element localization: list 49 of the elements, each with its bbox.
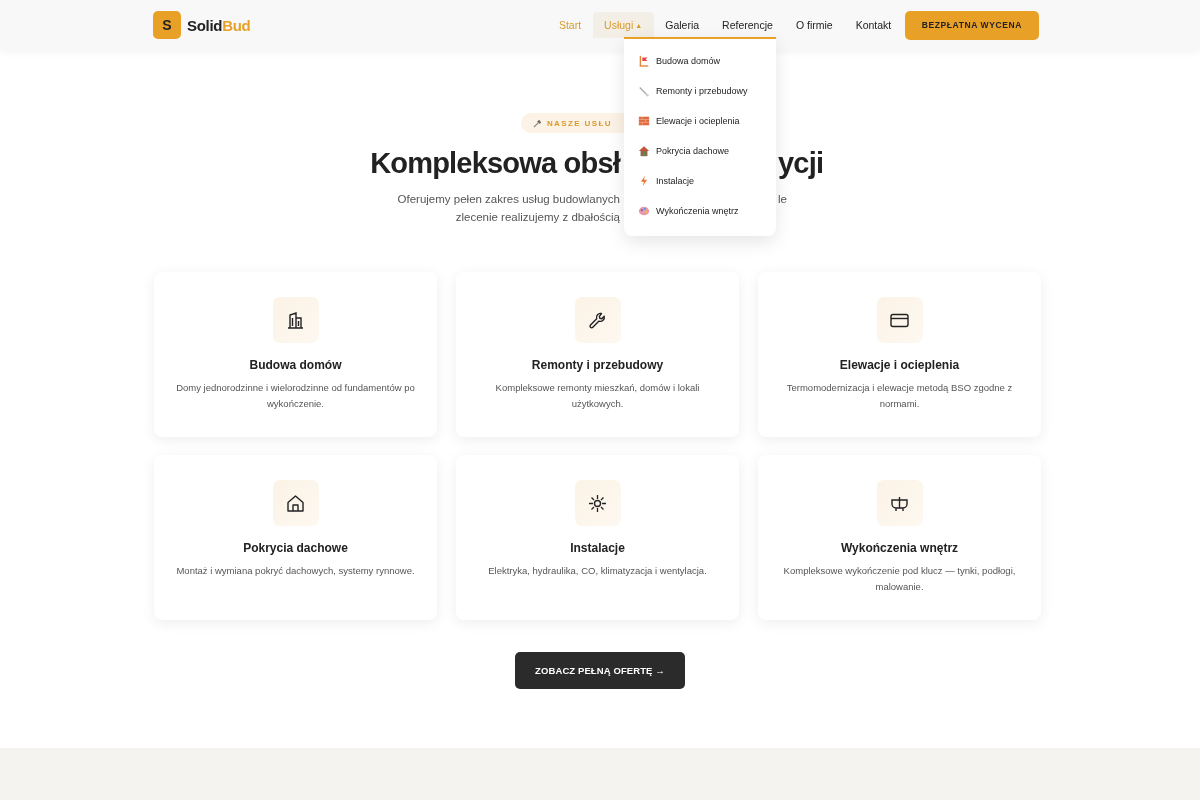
hammer-icon [532,118,542,128]
house-icon [638,145,650,157]
service-title: Pokrycia dachowe [243,541,348,555]
service-title: Wykończenia wnętrz [840,541,959,555]
service-title: Budowa domów [249,358,342,372]
service-card[interactable]: Pokrycia dachowe Montaż i wymiana pokryć dachowych, systemy rynnowe. [154,455,437,620]
quote-button[interactable]: BEZPŁATNA WYCENA [904,10,1039,40]
service-card[interactable]: Budowa domów Domy jednorodzinne i wielorodzinne od fundamentów po wykończenie. [154,272,437,437]
menu-item[interactable]: Wykończenia wnętrz [624,196,776,226]
intro-text: Oferujemy pełen zakres usług budowlanych [397,192,620,207]
brand-name[interactable]: SolidBud [187,16,251,34]
service-description: Kompleksowe remonty mieszkań, domów i lokali użytkowych. [494,381,701,411]
menu-item[interactable]: Elewacje i ocieplenia [624,106,776,136]
offer-button[interactable]: ZOBACZ PEŁNĄ OFERTĘ → [515,652,685,689]
service-title: Elewacje i ocieplenia [839,358,960,372]
brick-wall-icon [638,115,650,127]
service-title: Instalacje [570,541,625,555]
menu-item[interactable]: Remonty i przebudowy [624,76,776,106]
service-card[interactable]: Instalacje Elektryka, hydraulika, CO, klimatyzacja i wentylacja. [456,455,739,620]
service-card[interactable]: Remonty i przebudowy Kompleksowe remonty mieszkań, domów i lokali użytkowych. [456,272,739,437]
section-badge: NASZE USŁU [520,113,624,133]
nav-link[interactable]: Kontakt [844,12,903,38]
service-title: Remonty i przebudowy [531,358,664,372]
service-card[interactable]: Elewacje i ocieplenia Termomodernizacja i elewacje metodą BSO zgodne z normami. [758,272,1041,437]
wrench-icon [574,297,621,343]
palette-icon [638,205,650,217]
service-description: Domy jednorodzinne i wielorodzinne od fundamentów po wykończenie. [175,381,416,411]
intro-text: le [778,192,787,207]
intro-text: zlecenie realizujemy z dbałością [455,210,620,225]
service-description: Kompleksowe wykończenie pod klucz — tynki, podłogi, malowanie. [782,564,1017,594]
menu-item[interactable]: Instalacje [624,166,776,196]
flag-icon [638,55,650,67]
table-icon [876,480,923,526]
service-card[interactable]: Wykończenia wnętrz Kompleksowe wykończenie pod klucz — tynki, podłogi, malowanie. [758,455,1041,620]
section-title: ycji [778,147,824,180]
nav-link[interactable]: Referencje [710,12,785,38]
card-icon [876,297,923,343]
service-description: Elektryka, hydraulika, CO, klimatyzacja i wentylacja. [487,564,708,578]
building-icon [272,297,319,343]
house-icon [272,480,319,526]
service-description: Montaż i wymiana pokryć dachowych, systemy rynnowe. [175,564,416,578]
menu-item[interactable]: Pokrycia dachowe [624,136,776,166]
nav-link[interactable]: Galeria [653,12,711,38]
service-description: Termomodernizacja i elewacje metodą BSO zgodne z normami. [785,381,1014,411]
nav-link[interactable]: O firmie [784,12,845,38]
section-title: Kompleksowa obsł [370,147,620,180]
menu-item[interactable]: Budowa domów [624,46,776,76]
sun-icon [574,480,621,526]
logo-mark[interactable]: S [153,11,181,39]
